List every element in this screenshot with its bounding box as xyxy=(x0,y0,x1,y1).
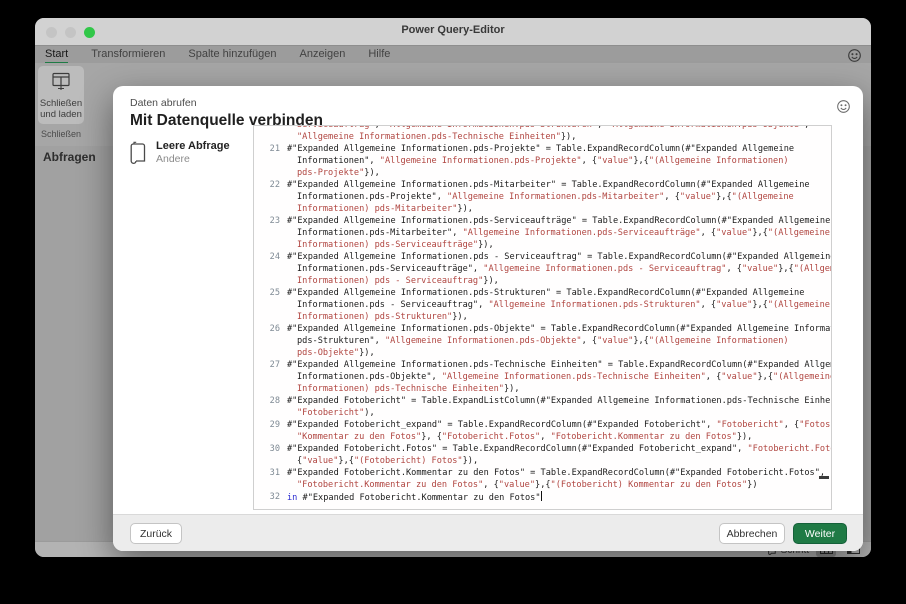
line-number xyxy=(260,155,280,167)
code-line[interactable]: Informationen", "Allgemeine Informatione… xyxy=(260,155,831,167)
code-line[interactable]: pds-Objekte"}), xyxy=(260,347,831,359)
line-number: 26 xyxy=(269,324,280,334)
line-number xyxy=(260,479,280,491)
power-query-window: Power Query-Editor Start Transformieren … xyxy=(35,18,871,557)
code-line[interactable]: Informationen) pds-Technische Einheiten"… xyxy=(260,383,831,395)
code-line[interactable]: "Fotobericht"), xyxy=(260,407,831,419)
line-number xyxy=(260,299,280,311)
line-number xyxy=(260,227,280,239)
ribbon-group-label: Schließen xyxy=(40,129,82,139)
line-number: 28 xyxy=(269,396,280,406)
code-line[interactable]: "Allgemeine Informationen.pds-Technische… xyxy=(260,131,831,143)
close-and-load-icon xyxy=(50,71,72,96)
dialog-footer: Zurück Abbrechen Weiter xyxy=(113,514,863,551)
source-type: Andere xyxy=(156,153,190,165)
code-line[interactable]: 31 #"Expanded Fotobericht.Kommentar zu de… xyxy=(260,467,831,479)
line-number xyxy=(260,167,280,179)
cancel-button[interactable]: Abbrechen xyxy=(719,523,785,544)
tab-start[interactable]: Start xyxy=(45,46,69,64)
code-line[interactable]: 30 #"Expanded Fotobericht.Fotos" = Table.… xyxy=(260,443,831,455)
code-line[interactable]: Informationen.pds-Mitarbeiter", "Allgeme… xyxy=(260,227,831,239)
code-line[interactable]: 27 #"Expanded Allgemeine Informationen.pd… xyxy=(260,359,831,371)
screen: Power Query-Editor Start Transformieren … xyxy=(0,0,906,604)
close-and-load-button[interactable]: Schließen und laden xyxy=(38,66,84,124)
line-number xyxy=(260,431,280,443)
code-line[interactable]: {"value"},{"(Fotobericht) Fotos"}), xyxy=(260,455,831,467)
code-line[interactable]: pds-Strukturen", "Allgemeine Information… xyxy=(260,335,831,347)
code-line[interactable]: Informationen) pds-Serviceaufträge"}), xyxy=(260,239,831,251)
line-number xyxy=(260,275,280,287)
code-line[interactable]: 25 #"Expanded Allgemeine Informationen.pd… xyxy=(260,287,831,299)
dialog-eyebrow: Daten abrufen xyxy=(130,97,197,109)
code-line[interactable]: "Kommentar zu den Fotos"}, {"Fotobericht… xyxy=(260,431,831,443)
get-data-dialog: Daten abrufen Mit Datenquelle verbinden … xyxy=(113,86,863,551)
blank-query-icon xyxy=(128,140,148,170)
tab-hilfe[interactable]: Hilfe xyxy=(368,46,390,64)
code-line[interactable]: Informationen) pds-Strukturen"}), xyxy=(260,311,831,323)
code-line[interactable]: 23 #"Expanded Allgemeine Informationen.pd… xyxy=(260,215,831,227)
code-lines: Serviceauftrag", "Allgemeine Information… xyxy=(254,126,831,504)
window-titlebar[interactable]: Power Query-Editor xyxy=(35,18,871,45)
code-line[interactable]: Informationen.pds - Serviceauftrag", "Al… xyxy=(260,299,831,311)
tab-spalte-hinzufuegen[interactable]: Spalte hinzufügen xyxy=(188,46,276,64)
code-line[interactable]: Informationen) pds - Serviceauftrag"}), xyxy=(260,275,831,287)
ribbon-tab-bar: Start Transformieren Spalte hinzufügen A… xyxy=(35,45,871,64)
line-number xyxy=(260,311,280,323)
tab-transformieren[interactable]: Transformieren xyxy=(91,46,165,64)
line-number: 22 xyxy=(269,180,280,190)
code-line[interactable]: pds-Projekte"}), xyxy=(260,167,831,179)
line-number: 31 xyxy=(269,468,280,478)
line-number: 24 xyxy=(269,252,280,262)
line-number xyxy=(260,407,280,419)
code-line[interactable]: 26 #"Expanded Allgemeine Informationen.pd… xyxy=(260,323,831,335)
close-and-load-label: Schließen und laden xyxy=(39,98,83,120)
line-number xyxy=(260,239,280,251)
source-name: Leere Abfrage xyxy=(156,140,230,152)
window-title: Power Query-Editor xyxy=(401,24,505,36)
line-number: 25 xyxy=(269,288,280,298)
queries-panel-title: Abfragen xyxy=(43,150,96,164)
line-number: 30 xyxy=(269,444,280,454)
code-line[interactable]: 22 #"Expanded Allgemeine Informationen.pd… xyxy=(260,179,831,191)
code-line[interactable]: Informationen.pds-Objekte", "Allgemeine … xyxy=(260,371,831,383)
code-line[interactable]: 21 #"Expanded Allgemeine Informationen.pd… xyxy=(260,143,831,155)
code-line[interactable]: 32 in #"Expanded Fotobericht.Kommentar zu… xyxy=(260,491,831,504)
line-number: 29 xyxy=(269,420,280,430)
code-line[interactable]: Informationen.pds-Projekte", "Allgemeine… xyxy=(260,191,831,203)
line-number xyxy=(260,203,280,215)
line-number xyxy=(260,383,280,395)
line-number: 21 xyxy=(269,144,280,154)
line-number xyxy=(260,191,280,203)
code-line[interactable]: 24 #"Expanded Allgemeine Informationen.pd… xyxy=(260,251,831,263)
line-number xyxy=(260,335,280,347)
line-number xyxy=(260,347,280,359)
source-list-item-blank-query[interactable]: Leere Abfrage Andere xyxy=(128,140,230,170)
code-line[interactable]: Informationen.pds-Serviceaufträge", "All… xyxy=(260,263,831,275)
code-line[interactable]: "Fotobericht.Kommentar zu den Fotos", {"… xyxy=(260,479,831,491)
line-number: 23 xyxy=(269,216,280,226)
line-number xyxy=(260,131,280,143)
line-number: 32 xyxy=(269,492,280,502)
line-number xyxy=(260,455,280,467)
dialog-feedback-smiley-icon[interactable] xyxy=(836,99,851,119)
code-line[interactable]: Informationen) pds-Mitarbeiter"}), xyxy=(260,203,831,215)
line-number xyxy=(260,263,280,275)
advanced-editor-code-area[interactable]: Serviceauftrag", "Allgemeine Information… xyxy=(253,125,832,510)
line-number: 27 xyxy=(269,360,280,370)
code-line[interactable]: 29 #"Expanded Fotobericht_expand" = Table… xyxy=(260,419,831,431)
line-number xyxy=(260,371,280,383)
tab-anzeigen[interactable]: Anzeigen xyxy=(299,46,345,64)
next-button[interactable]: Weiter xyxy=(793,523,847,544)
code-line[interactable]: 28 #"Expanded Fotobericht" = Table.Expand… xyxy=(260,395,831,407)
text-caret xyxy=(540,491,542,501)
scrollbar-thumb[interactable] xyxy=(819,476,829,479)
back-button[interactable]: Zurück xyxy=(130,523,182,544)
